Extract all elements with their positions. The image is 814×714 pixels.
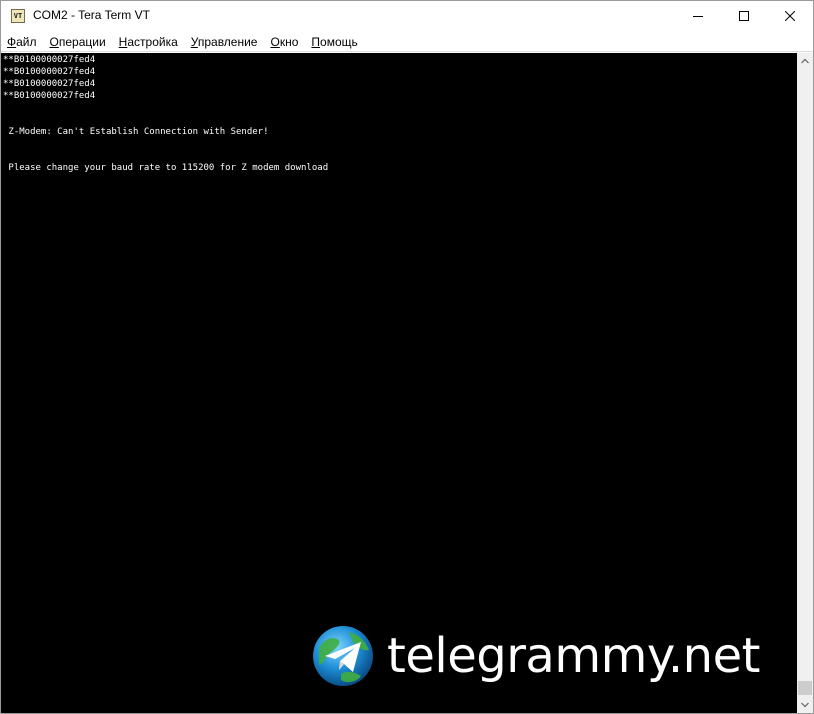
tera-term-window: VT COM2 - Tera Term VT Файл Операции Нас… — [0, 0, 814, 714]
app-icon[interactable]: VT — [11, 9, 25, 23]
watermark: telegrammy.net — [311, 621, 760, 691]
telegram-globe-icon — [313, 626, 373, 686]
maximize-icon — [739, 11, 749, 21]
chevron-down-icon — [801, 702, 809, 708]
terminal-line: Please change your baud rate to 115200 f… — [3, 163, 329, 173]
menu-bar: Файл Операции Настройка Управление Окно … — [1, 32, 813, 52]
title-bar[interactable]: VT COM2 - Tera Term VT — [1, 1, 813, 32]
close-button[interactable] — [767, 1, 813, 32]
scroll-up-button[interactable] — [797, 53, 813, 69]
close-icon — [785, 11, 795, 21]
menu-operations[interactable]: Операции — [50, 33, 106, 51]
scroll-thumb[interactable] — [798, 681, 812, 695]
scroll-down-button[interactable] — [797, 697, 813, 713]
vertical-scrollbar[interactable] — [797, 53, 813, 713]
menu-file[interactable]: Файл — [7, 33, 37, 51]
terminal-line: **B0100000027fed4 — [3, 55, 96, 65]
terminal-line: **B0100000027fed4 — [3, 91, 96, 101]
minimize-icon — [693, 16, 703, 17]
terminal-screen[interactable]: **B0100000027fed4 **B0100000027fed4 **B0… — [1, 53, 797, 713]
terminal-line: Z-Modem: Can't Establish Connection with… — [3, 127, 269, 137]
menu-setup[interactable]: Настройка — [119, 33, 178, 51]
terminal-line: **B0100000027fed4 — [3, 79, 96, 89]
terminal-line: **B0100000027fed4 — [3, 67, 96, 77]
maximize-button[interactable] — [721, 1, 767, 32]
menu-control[interactable]: Управление — [191, 33, 258, 51]
minimize-button[interactable] — [675, 1, 721, 32]
chevron-up-icon — [801, 58, 809, 64]
window-title: COM2 - Tera Term VT — [33, 8, 150, 22]
menu-help[interactable]: Помощь — [311, 33, 357, 51]
watermark-text: telegrammy.net — [387, 628, 760, 684]
menu-window[interactable]: Окно — [270, 33, 298, 51]
